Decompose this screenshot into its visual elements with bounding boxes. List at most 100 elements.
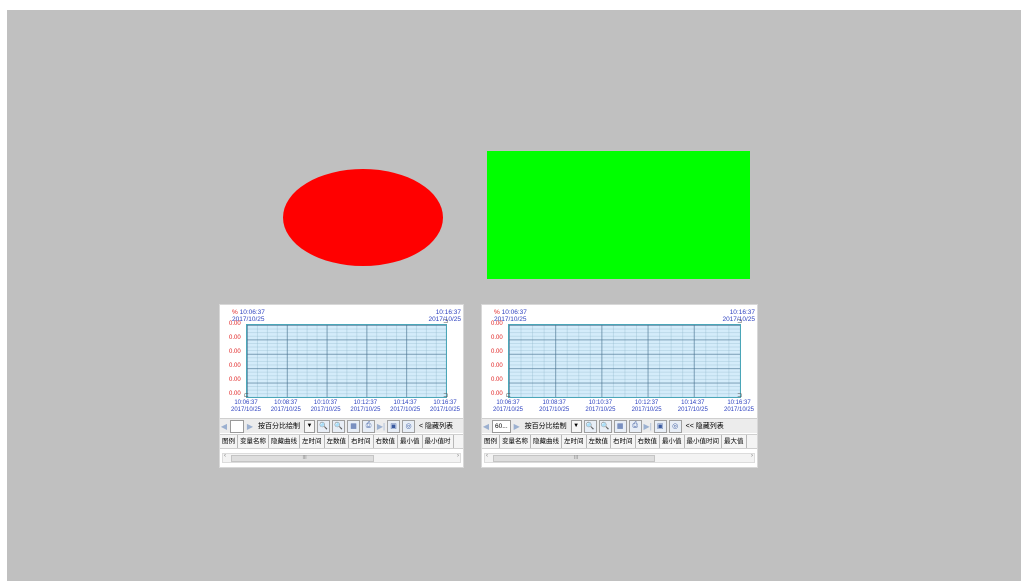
x-tick-date: 2017/10/25 — [585, 407, 616, 413]
zoom-in-icon[interactable]: 🔍 — [583, 419, 597, 433]
save-icon[interactable]: ▣ — [387, 419, 400, 433]
scroll-left-icon[interactable]: ‹ — [486, 453, 488, 459]
y-tick-label: 0.00 — [491, 349, 503, 355]
x-tick-label: 10:08:37 2017/10/25 — [266, 400, 306, 414]
column-header[interactable]: 右时间 — [611, 435, 636, 448]
column-header[interactable]: 最小值 — [398, 435, 423, 448]
legend-table-header: 图例 变量名称 隐藏曲线 左时间 左数值 右时间 右数值 最小值 最小值时间 最大值 — [482, 434, 757, 449]
column-header[interactable]: 隐藏曲线 — [531, 435, 562, 448]
x-tick-label: 10:10:37 2017/10/25 — [306, 400, 346, 414]
column-header[interactable]: 左数值 — [587, 435, 611, 448]
x-tick-date: 2017/10/25 — [723, 407, 755, 413]
column-header[interactable]: 右时间 — [349, 435, 374, 448]
settings-icon[interactable]: ◎ — [668, 419, 682, 433]
settings-icon[interactable]: ◎ — [402, 419, 415, 433]
zoom-out-icon[interactable]: 🔍 — [332, 419, 345, 433]
dropdown-icon[interactable]: ▼ — [570, 419, 582, 433]
y-tick-label: 0.00 — [229, 377, 241, 383]
scroll-left-icon[interactable]: ‹ — [224, 453, 226, 459]
scroll-right-icon[interactable]: › — [751, 453, 753, 459]
print-icon[interactable]: ⎙ — [628, 419, 642, 433]
x-tick-date: 2017/10/25 — [230, 407, 262, 413]
right-cursor-top-marker[interactable]: ⊐ — [443, 318, 448, 325]
column-header[interactable]: 图例 — [482, 435, 500, 448]
unit-label: % — [494, 309, 500, 316]
next-period-icon[interactable]: ▶ — [513, 421, 521, 432]
red-ellipse — [283, 169, 443, 266]
hide-list-button[interactable]: << 隐藏列表 — [684, 421, 726, 432]
trend-chart-left[interactable]: % 10:06:37 2017/10/25 10:16:37 2017/10/25 0.… — [219, 304, 464, 468]
x-tick-time: 10:08:37 — [274, 400, 298, 406]
plot-area[interactable] — [508, 324, 741, 398]
zoom-in-icon[interactable]: 🔍 — [317, 419, 330, 433]
plot-area[interactable] — [246, 324, 447, 398]
scroll-thumb[interactable]: III — [493, 455, 655, 462]
right-cursor-marker[interactable]: ⊐ — [443, 392, 448, 399]
column-header[interactable]: 变量名称 — [238, 435, 269, 448]
y-tick-label: 0.00 — [229, 363, 241, 369]
x-tick-label: 10:08:37 2017/10/25 — [534, 400, 574, 414]
end-time: 10:16:37 — [729, 309, 755, 316]
x-tick-label: 10:12:37 2017/10/25 — [627, 400, 667, 414]
jump-end-icon[interactable]: ▶| — [377, 421, 385, 432]
scroll-thumb[interactable]: III — [231, 455, 374, 462]
prev-period-icon[interactable]: ◀ — [220, 421, 228, 432]
column-header[interactable]: 变量名称 — [500, 435, 531, 448]
scroll-grip: III — [302, 455, 307, 461]
scroll-grip: III — [574, 455, 579, 461]
scroll-right-icon[interactable]: › — [457, 453, 459, 459]
y-tick-label: 0.00 — [229, 349, 241, 355]
period-input[interactable]: 60... — [492, 419, 511, 433]
dropdown-icon[interactable]: ▼ — [304, 419, 315, 433]
x-tick-time: 10:08:37 — [542, 400, 566, 406]
y-tick-label: 0.00 — [491, 335, 503, 341]
x-tick-label: 10:06:37 2017/10/25 — [488, 400, 528, 414]
column-header[interactable]: 最小值 — [660, 435, 685, 448]
y-tick-label: 0.00 — [491, 391, 503, 397]
column-header[interactable]: 左时间 — [300, 435, 325, 448]
column-header[interactable]: 左时间 — [562, 435, 587, 448]
y-tick-label: 0.00 — [491, 377, 503, 383]
prev-period-icon[interactable]: ◀ — [482, 421, 490, 432]
zoom-out-icon[interactable]: 🔍 — [598, 419, 612, 433]
right-cursor-marker[interactable]: ⊐ — [737, 392, 742, 399]
green-rectangle — [487, 151, 750, 279]
column-header[interactable]: 右数值 — [636, 435, 660, 448]
column-header[interactable]: 最小值时间 — [685, 435, 722, 448]
horizontal-scrollbar[interactable]: ‹ III › — [484, 453, 755, 463]
x-tick-time: 10:06:37 — [496, 400, 520, 406]
column-header[interactable]: 左数值 — [325, 435, 349, 448]
save-icon[interactable]: ▣ — [653, 419, 667, 433]
trend-toolbar: ◀ 60... ▶ 按百分比绘制 ▼ 🔍 🔍 ▦ ⎙ ▶| ▣ ◎ << 隐藏列表 — [482, 418, 757, 433]
x-tick-time: 10:12:37 — [353, 400, 378, 406]
grid-icon[interactable]: ▦ — [613, 419, 627, 433]
next-period-icon[interactable]: ▶ — [246, 421, 254, 432]
x-tick-label: 10:14:37 2017/10/25 — [385, 400, 425, 414]
print-icon[interactable]: ⎙ — [362, 419, 375, 433]
column-header[interactable]: 右数值 — [374, 435, 398, 448]
left-cursor-marker[interactable]: ⊏ — [506, 392, 511, 399]
period-input[interactable] — [230, 419, 244, 433]
column-header[interactable]: 图例 — [220, 435, 238, 448]
column-header[interactable]: 最小值时 — [423, 435, 454, 448]
x-tick-time: 10:06:37 — [234, 400, 258, 406]
jump-end-icon[interactable]: ▶| — [644, 421, 652, 432]
column-header[interactable]: 最大值 — [722, 435, 747, 448]
x-tick-label: 10:16:37 2017/10/25 — [425, 400, 463, 414]
column-header[interactable]: 隐藏曲线 — [269, 435, 300, 448]
draw-mode-select[interactable]: 按百分比绘制 — [523, 421, 569, 432]
right-cursor-top-marker[interactable]: ⊐ — [737, 318, 742, 325]
x-tick-label: 10:16:37 2017/10/25 — [719, 400, 757, 414]
hide-list-button[interactable]: < 隐藏列表 — [417, 421, 455, 432]
start-time: 10:06:37 — [501, 309, 527, 316]
draw-mode-select[interactable]: 按百分比绘制 — [256, 421, 302, 432]
x-tick-label: 10:10:37 2017/10/25 — [580, 400, 620, 414]
x-tick-date: 2017/10/25 — [631, 407, 662, 413]
x-tick-date: 2017/10/25 — [310, 407, 341, 413]
grid-icon[interactable]: ▦ — [347, 419, 360, 433]
trend-chart-right[interactable]: % 10:06:37 2017/10/25 10:16:37 2017/10/25 0.… — [481, 304, 758, 468]
horizontal-scrollbar[interactable]: ‹ III › — [222, 453, 461, 463]
end-time: 10:16:37 — [435, 309, 461, 316]
x-tick-date: 2017/10/25 — [350, 407, 381, 413]
left-cursor-marker[interactable]: ⊏ — [244, 392, 249, 399]
